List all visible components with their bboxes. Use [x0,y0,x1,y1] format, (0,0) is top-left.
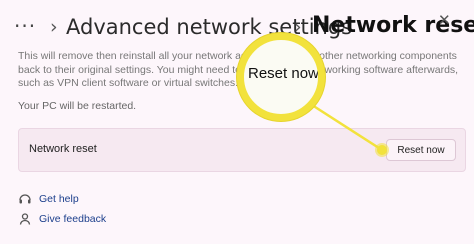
feedback-icon [18,212,32,226]
help-icon [18,192,32,206]
give-feedback-label: Give feedback [39,213,107,225]
get-help-link[interactable]: Get help [18,192,79,206]
callout-line [297,94,383,152]
callout-magnifier: Reset now [237,33,325,121]
give-feedback-link[interactable]: Give feedback [18,212,106,226]
callout-dot [377,145,387,155]
get-help-label: Get help [39,193,79,205]
callout-zoom-text: Reset now [248,65,319,82]
